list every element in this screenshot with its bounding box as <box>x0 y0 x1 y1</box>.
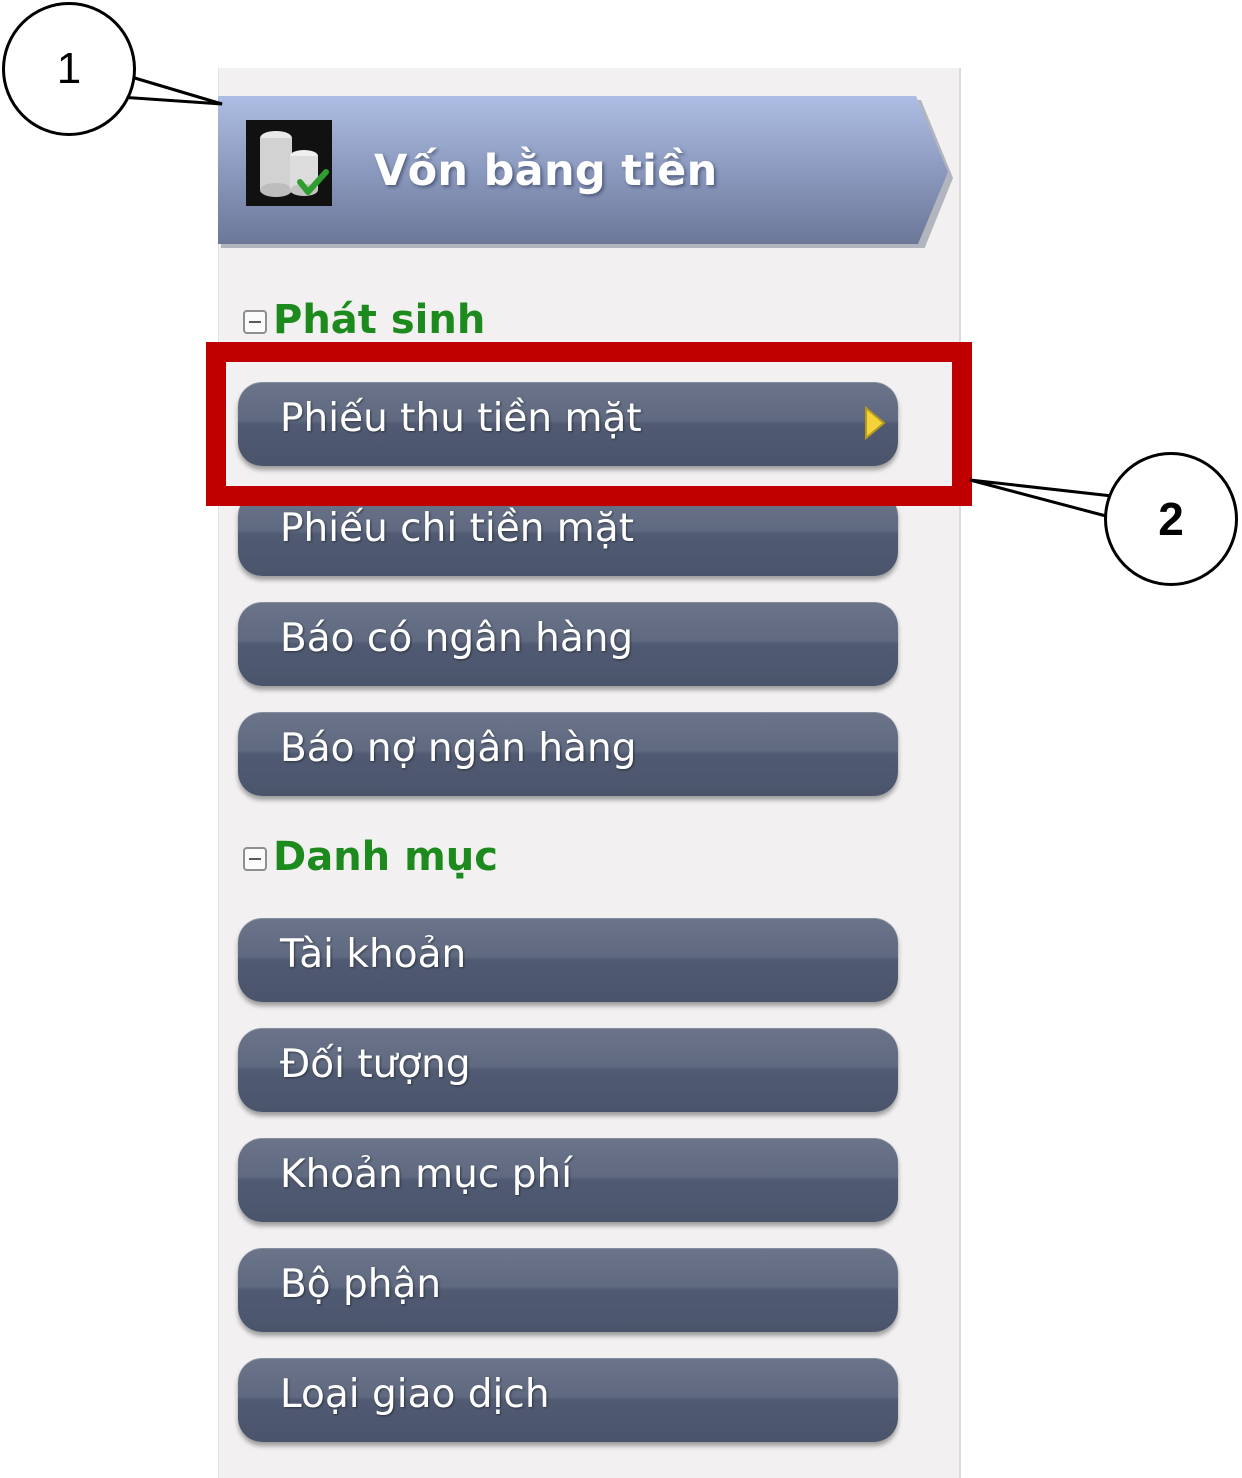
menu-item-khoan-muc-phi[interactable]: Khoản mục phí <box>238 1138 898 1222</box>
section-label: Phát sinh <box>273 297 486 343</box>
collapse-minus-icon[interactable] <box>243 310 267 334</box>
callout-number: 1 <box>56 44 82 93</box>
callout-1: 1 <box>2 2 136 136</box>
menu-item-label: Phiếu chi tiền mặt <box>280 506 634 551</box>
menu-item-tai-khoan[interactable]: Tài khoản <box>238 918 898 1002</box>
module-header[interactable]: Vốn bằng tiền <box>218 96 953 248</box>
menu-item-label: Bộ phận <box>280 1262 442 1307</box>
menu-item-label: Loại giao dịch <box>280 1372 550 1417</box>
menu-item-bao-no-ngan-hang[interactable]: Báo nợ ngân hàng <box>238 712 898 796</box>
callout-2: 2 <box>1104 452 1238 586</box>
callout-number: 2 <box>1158 493 1184 545</box>
module-title: Vốn bằng tiền <box>374 146 718 196</box>
menu-item-bo-phan[interactable]: Bộ phận <box>238 1248 898 1332</box>
collapse-minus-icon[interactable] <box>243 847 267 871</box>
menu-item-loai-giao-dich[interactable]: Loại giao dịch <box>238 1358 898 1442</box>
menu-item-bao-co-ngan-hang[interactable]: Báo có ngân hàng <box>238 602 898 686</box>
section-danh-muc[interactable]: Danh mục <box>243 832 498 882</box>
menu-item-label: Khoản mục phí <box>280 1152 573 1197</box>
menu-item-doi-tuong[interactable]: Đối tượng <box>238 1028 898 1112</box>
section-label: Danh mục <box>273 834 498 880</box>
section-phat-sinh[interactable]: Phát sinh <box>243 295 485 345</box>
menu-item-label: Báo nợ ngân hàng <box>280 726 637 771</box>
menu-item-label: Tài khoản <box>280 932 467 977</box>
highlight-box <box>206 342 972 506</box>
menu-item-label: Báo có ngân hàng <box>280 616 634 661</box>
menu-item-label: Đối tượng <box>280 1042 471 1087</box>
coins-check-icon <box>246 120 332 206</box>
